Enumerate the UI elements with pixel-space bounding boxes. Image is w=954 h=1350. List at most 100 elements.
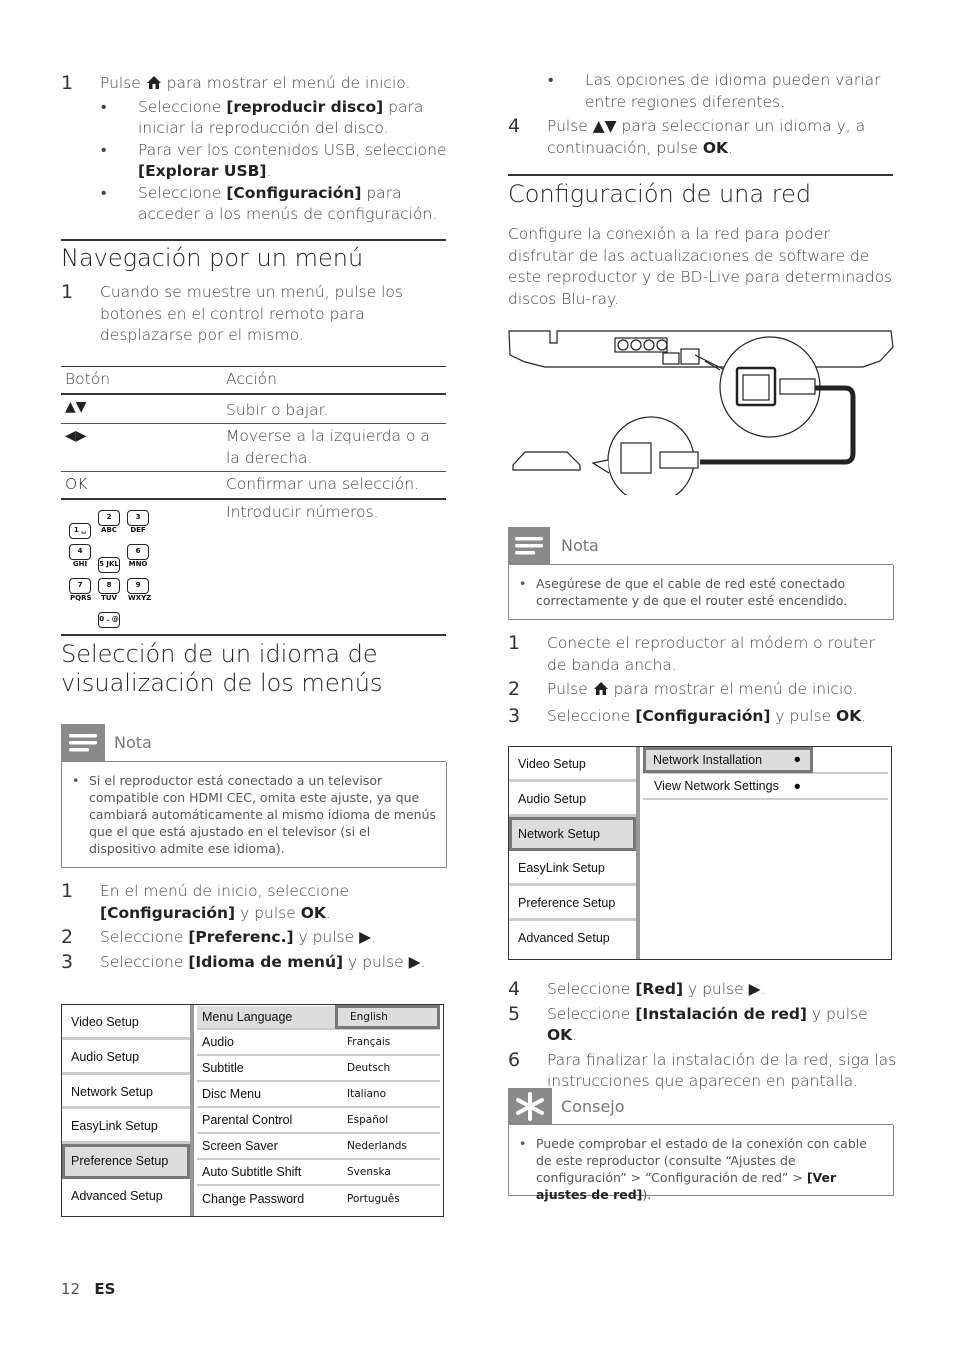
menu-item-selected[interactable]: Preference Setup bbox=[62, 1144, 190, 1179]
bold-text-run: ▶ bbox=[408, 952, 421, 971]
bold-text-run: OK bbox=[702, 138, 729, 157]
menu-item[interactable]: Video Setup bbox=[509, 747, 636, 782]
option[interactable]: View Network Settings ● bbox=[643, 779, 813, 793]
menu-item[interactable]: Audio Setup bbox=[509, 782, 636, 817]
router-icon bbox=[512, 451, 581, 471]
bullet: • bbox=[72, 773, 80, 788]
text-run: . bbox=[760, 980, 766, 998]
key-icon: 0 . @ bbox=[98, 612, 120, 628]
table-header: Acción bbox=[226, 370, 277, 388]
bold-text-run: [Explorar USB] bbox=[138, 162, 267, 180]
bold-text-run: [Instalación de red] bbox=[635, 1004, 808, 1023]
menu-item[interactable]: Advanced Setup bbox=[62, 1179, 190, 1214]
option-value[interactable]: Nederlands bbox=[347, 1140, 407, 1152]
menu-item[interactable]: EasyLink Setup bbox=[62, 1109, 190, 1145]
home-icon bbox=[146, 75, 162, 97]
option-label[interactable]: Screen Saver bbox=[197, 1139, 347, 1153]
text-run: Para finalizar la instalación de la red,… bbox=[547, 1050, 897, 1091]
menu-item[interactable]: Video Setup bbox=[62, 1005, 190, 1040]
home-icon bbox=[593, 681, 609, 703]
option-value[interactable]: Deutsch bbox=[347, 1062, 390, 1074]
menu-item[interactable]: Network Setup bbox=[62, 1075, 190, 1110]
text-run: En el menú de inicio, seleccione bbox=[100, 882, 350, 900]
table-cell-action: Confirmar una selección. bbox=[226, 475, 420, 493]
step-text: Pulse para mostrar el menú de inicio. bbox=[100, 74, 410, 92]
menu-left-list: Video Setup Audio Setup Network Setup Ea… bbox=[509, 747, 640, 959]
bold-text-run: [Configuración] bbox=[100, 903, 236, 922]
text-run: y pulse bbox=[343, 952, 409, 971]
text-run: para mostrar el menú de inicio. bbox=[161, 74, 411, 92]
step-number: 3 bbox=[508, 704, 521, 727]
key-icon: 7 PQRS bbox=[69, 577, 92, 602]
note-icon bbox=[61, 724, 105, 762]
bold-text-run: OK bbox=[836, 706, 862, 725]
text-run: Seleccione bbox=[547, 1004, 636, 1023]
menu-options: Network Installation ● View Network Setti… bbox=[640, 747, 891, 800]
option-value[interactable]: Português bbox=[347, 1193, 400, 1205]
step-number: 6 bbox=[508, 1048, 521, 1071]
key-icon: 4 GHI bbox=[69, 543, 91, 568]
network-menu-screenshot: Video Setup Audio Setup Network Setup Ea… bbox=[508, 746, 892, 960]
key-icon: 9 WXYZ bbox=[127, 577, 151, 602]
note-box: • Asegúrese de que el cable de red esté c… bbox=[508, 565, 894, 620]
section-title: Selección de un idioma de visualización d… bbox=[61, 640, 383, 698]
lang-step-cont: Las opciones de idioma pueden variar ent… bbox=[508, 70, 898, 159]
bold-text-run: [Preferenc.] bbox=[188, 928, 294, 946]
bullet-item: Seleccione [Configuración] para acceder … bbox=[61, 183, 451, 226]
step-text: Conecte el reproductor al módem o router… bbox=[547, 634, 875, 674]
text-run: Pulse bbox=[547, 680, 593, 698]
step-number: 1 bbox=[61, 72, 74, 94]
bold-text-run: ▶ bbox=[359, 928, 372, 946]
key-icon: 3 DEF bbox=[127, 509, 149, 534]
option-label: View Network Settings bbox=[654, 779, 779, 793]
option-label[interactable]: Menu Language bbox=[197, 1010, 335, 1024]
option-label[interactable]: Auto Subtitle Shift bbox=[197, 1165, 347, 1179]
text-run: Seleccione bbox=[100, 928, 189, 946]
text-run: Para ver los contenidos USB, seleccione bbox=[138, 140, 447, 159]
step-text: Seleccione [Red] y pulse ▶. bbox=[547, 980, 765, 998]
note-text: Si el reproductor está conectado a un te… bbox=[89, 773, 437, 856]
text-run: Cuando se muestre un menú, pulse los bot… bbox=[100, 283, 403, 344]
step-number: 1 bbox=[508, 632, 521, 654]
text-run: para mostrar el menú de inicio. bbox=[608, 680, 858, 698]
text-run: . bbox=[728, 138, 733, 157]
text-run: ). bbox=[642, 1187, 652, 1202]
step-text: Cuando se muestre un menú, pulse los bot… bbox=[100, 283, 403, 344]
bold-text-run: [Red] bbox=[635, 980, 684, 998]
option-value-selected[interactable]: English bbox=[335, 1005, 440, 1029]
option-label[interactable]: Change Password bbox=[197, 1192, 347, 1206]
option-label[interactable]: Audio bbox=[197, 1035, 347, 1049]
note-icon bbox=[508, 527, 550, 565]
step-text: Pulse para mostrar el menú de inicio. bbox=[547, 680, 857, 698]
table-cell-action: Introducir números. bbox=[226, 502, 379, 521]
section-rule bbox=[61, 239, 446, 241]
text-run: y pulse bbox=[683, 980, 749, 998]
menu-item[interactable]: EasyLink Setup bbox=[509, 851, 636, 887]
step-text: Seleccione [Instalación de red] y pulse … bbox=[547, 1005, 868, 1045]
option-selected[interactable]: Network Installation ● bbox=[643, 747, 813, 773]
option-label[interactable]: Parental Control bbox=[197, 1113, 347, 1127]
step-number: 2 bbox=[61, 926, 74, 948]
key-icon: 8 TUV bbox=[98, 577, 120, 602]
menu-item[interactable]: Advanced Setup bbox=[509, 921, 636, 956]
option-label[interactable]: Subtitle bbox=[197, 1061, 347, 1075]
option-label[interactable]: Disc Menu bbox=[197, 1087, 347, 1101]
menu-item-selected[interactable]: Network Setup bbox=[509, 816, 636, 852]
option-label: Network Installation bbox=[653, 753, 763, 767]
menu-item[interactable]: Audio Setup bbox=[62, 1040, 190, 1075]
tip-title: Consejo bbox=[561, 1097, 625, 1116]
net-steps: 1 Conecte el reproductor al módem o route… bbox=[508, 632, 898, 727]
option-value[interactable]: Français bbox=[347, 1036, 390, 1048]
option-value[interactable]: Italiano bbox=[347, 1088, 386, 1100]
tip-box: • Puede comprobar el estado de la conexió… bbox=[508, 1125, 894, 1202]
section-title: Navegación por un menú bbox=[61, 244, 364, 272]
bold-text-run: [Idioma de menú] bbox=[188, 952, 344, 971]
button-table: Botón Acción ▲▼ Subir o bajar. ◀▶ Moverse a… bbox=[61, 366, 446, 636]
title-line: Selección de un idioma de bbox=[61, 640, 378, 668]
text-run: Seleccione bbox=[138, 97, 227, 116]
page-footer: 12 ES bbox=[61, 1280, 115, 1298]
bullet-item: Seleccione [reproducir disco] para inici… bbox=[61, 97, 451, 140]
option-value[interactable]: Español bbox=[347, 1114, 388, 1126]
menu-item[interactable]: Preference Setup bbox=[509, 886, 636, 921]
option-value[interactable]: Svenska bbox=[347, 1166, 391, 1178]
